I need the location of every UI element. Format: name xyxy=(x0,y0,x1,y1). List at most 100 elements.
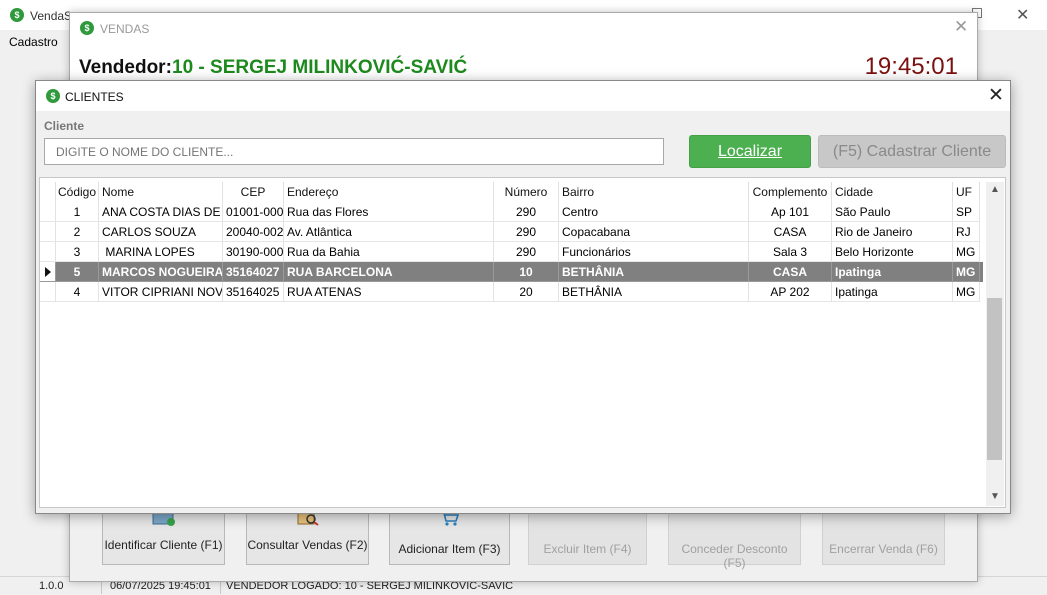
cell-codigo: 4 xyxy=(56,282,99,302)
vendas-close-icon[interactable]: ✕ xyxy=(954,17,968,37)
table-row-selected[interactable]: 5 MARCOS NOGUEIRA 35164027 RUA BARCELONA… xyxy=(40,262,983,282)
cell-complemento: CASA xyxy=(749,262,832,282)
adicionar-item-label: Adicionar Item (F3) xyxy=(398,542,501,556)
cadastrar-cliente-button[interactable]: (F5) Cadastrar Cliente xyxy=(818,135,1006,168)
row-header-corner xyxy=(40,182,56,202)
cell-cidade: Rio de Janeiro xyxy=(832,222,953,242)
cliente-search-input[interactable] xyxy=(44,138,664,165)
excluir-item-label: Excluir Item (F4) xyxy=(543,542,632,556)
row-pointer-icon xyxy=(45,267,51,277)
cell-nome: CARLOS SOUZA xyxy=(99,222,223,242)
menu-item-cadastro[interactable]: Cadastro xyxy=(9,35,58,49)
column-header-endereco[interactable]: Endereço xyxy=(284,182,494,202)
encerrar-venda-button[interactable]: Encerrar Venda (F6) xyxy=(822,512,945,565)
cell-cep: 35164025 xyxy=(223,282,284,302)
column-header-uf[interactable]: UF xyxy=(953,182,980,202)
row-indicator-cell xyxy=(40,202,56,222)
vendedor-label: Vendedor: xyxy=(79,57,172,78)
vendas-titlebar: $ VENDAS ✕ xyxy=(70,13,977,44)
cell-numero: 290 xyxy=(494,242,559,262)
row-indicator-cell xyxy=(40,242,56,262)
cell-complemento: CASA xyxy=(749,222,832,242)
vendedor-name: 10 - SERGEJ MILINKOVIĆ-SAVIĆ xyxy=(172,57,468,78)
cell-endereco: RUA ATENAS xyxy=(284,282,494,302)
consultar-vendas-label: Consultar Vendas (F2) xyxy=(247,538,368,552)
adicionar-item-button[interactable]: Adicionar Item (F3) xyxy=(389,512,510,565)
clientes-title: CLIENTES xyxy=(65,90,124,104)
column-header-complemento[interactable]: Complemento xyxy=(749,182,832,202)
cell-complemento: Sala 3 xyxy=(749,242,832,262)
column-header-nome[interactable]: Nome xyxy=(99,182,223,202)
cell-complemento: Ap 101 xyxy=(749,202,832,222)
main-window-title: VendaS xyxy=(30,9,73,23)
clientes-dialog: $ CLIENTES ✕ Cliente Localizar (F5) Cada… xyxy=(35,80,1011,514)
table-row[interactable]: 1 ANA COSTA DIAS DE S 01001-000 Rua das … xyxy=(40,202,983,222)
excluir-item-button[interactable]: Excluir Item (F4) xyxy=(528,512,647,565)
cell-endereco: Rua da Bahia xyxy=(284,242,494,262)
vendas-dollar-icon: $ xyxy=(80,21,94,35)
scroll-thumb[interactable] xyxy=(987,298,1002,460)
cell-cep: 01001-000 xyxy=(223,202,284,222)
table-row[interactable]: 4 VITOR CIPRIANI NOVA 35164025 RUA ATENA… xyxy=(40,282,983,302)
cell-codigo: 3 xyxy=(56,242,99,262)
cell-bairro: BETHÂNIA xyxy=(559,282,749,302)
cell-uf: RJ xyxy=(953,222,980,242)
cell-nome: MARCOS NOGUEIRA xyxy=(99,262,223,282)
cell-endereco: Rua das Flores xyxy=(284,202,494,222)
cell-uf: MG xyxy=(953,262,980,282)
clientes-close-icon[interactable]: ✕ xyxy=(988,84,1004,107)
conceder-desconto-button[interactable]: Conceder Desconto (F5) xyxy=(668,512,801,570)
row-indicator-cell xyxy=(40,222,56,242)
cell-cidade: Ipatinga xyxy=(832,282,953,302)
cell-uf: SP xyxy=(953,202,980,222)
column-header-cidade[interactable]: Cidade xyxy=(832,182,953,202)
cell-nome: ANA COSTA DIAS DE S xyxy=(99,202,223,222)
cell-codigo: 5 xyxy=(56,262,99,282)
vertical-scrollbar[interactable]: ▲ ▼ xyxy=(986,182,1004,506)
grid-header: Código Nome CEP Endereço Número Bairro C… xyxy=(40,182,983,202)
localizar-label: Localizar xyxy=(717,143,783,160)
status-version: 1.0.0 xyxy=(39,580,64,592)
encerrar-venda-label: Encerrar Venda (F6) xyxy=(829,542,938,556)
row-indicator-cell xyxy=(40,262,56,282)
cell-bairro: Copacabana xyxy=(559,222,749,242)
cell-numero: 20 xyxy=(494,282,559,302)
localizar-button[interactable]: Localizar xyxy=(689,135,811,168)
cell-bairro: Funcionários xyxy=(559,242,749,262)
vendas-header: Vendedor: 10 - SERGEJ MILINKOVIĆ-SAVIĆ 1… xyxy=(70,44,977,84)
vendas-title: VENDAS xyxy=(100,22,150,36)
cell-cep: 35164027 xyxy=(223,262,284,282)
clientes-grid[interactable]: Código Nome CEP Endereço Número Bairro C… xyxy=(39,177,1006,508)
table-row[interactable]: 3 MARINA LOPES 30190-000 Rua da Bahia 29… xyxy=(40,242,983,262)
cell-codigo: 1 xyxy=(56,202,99,222)
cell-endereco: RUA BARCELONA xyxy=(284,262,494,282)
identificar-cliente-button[interactable]: Identificar Cliente (F1) xyxy=(102,511,225,565)
cell-cidade: São Paulo xyxy=(832,202,953,222)
cadastrar-cliente-label: (F5) Cadastrar Cliente xyxy=(832,143,992,160)
cell-cep: 30190-000 xyxy=(223,242,284,262)
column-header-numero[interactable]: Número xyxy=(494,182,559,202)
cell-nome: VITOR CIPRIANI NOVA xyxy=(99,282,223,302)
cell-bairro: Centro xyxy=(559,202,749,222)
column-header-bairro[interactable]: Bairro xyxy=(559,182,749,202)
main-close-icon[interactable]: ✕ xyxy=(1016,5,1029,25)
column-header-cep[interactable]: CEP xyxy=(223,182,284,202)
column-header-codigo[interactable]: Código xyxy=(56,182,99,202)
cell-nome: MARINA LOPES xyxy=(99,242,223,262)
row-indicator-cell xyxy=(40,282,56,302)
cell-numero: 10 xyxy=(494,262,559,282)
cell-uf: MG xyxy=(953,242,980,262)
cell-endereco: Av. Atlântica xyxy=(284,222,494,242)
cell-uf: MG xyxy=(953,282,980,302)
cell-cep: 20040-002 xyxy=(223,222,284,242)
cell-numero: 290 xyxy=(494,202,559,222)
scroll-down-arrow-icon[interactable]: ▼ xyxy=(990,491,1000,502)
app-dollar-icon: $ xyxy=(10,8,24,22)
consultar-vendas-button[interactable]: Consultar Vendas (F2) xyxy=(246,511,369,565)
identificar-cliente-label: Identificar Cliente (F1) xyxy=(104,538,223,552)
cell-cidade: Belo Horizonte xyxy=(832,242,953,262)
clientes-dollar-icon: $ xyxy=(46,89,60,103)
table-row[interactable]: 2 CARLOS SOUZA 20040-002 Av. Atlântica 2… xyxy=(40,222,983,242)
clientes-titlebar: $ CLIENTES ✕ xyxy=(36,81,1010,111)
scroll-up-arrow-icon[interactable]: ▲ xyxy=(990,184,1000,195)
